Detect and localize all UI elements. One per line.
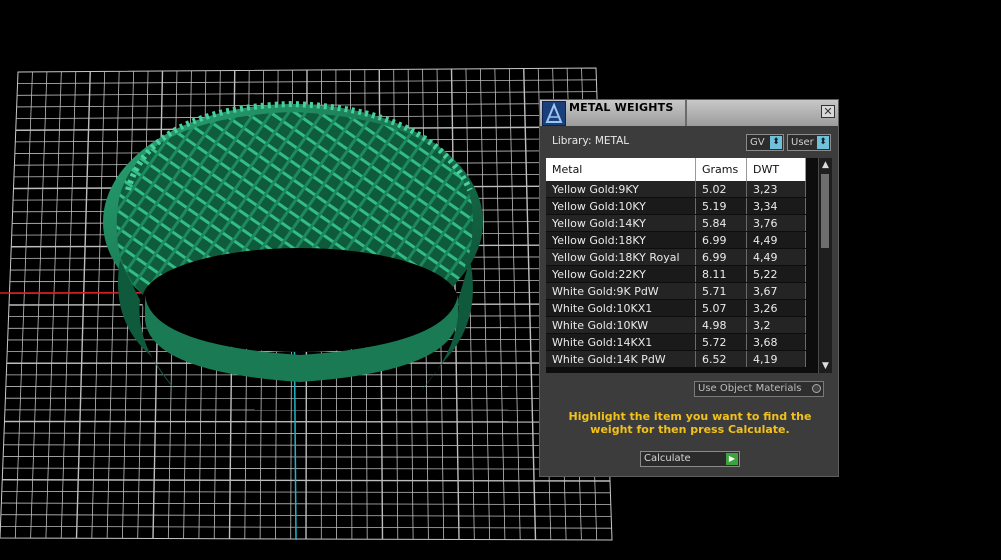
dwt-cell: 4,19 [746,350,806,368]
table-row[interactable]: Yellow Gold:18KY 6.99 4,49 [546,231,806,249]
dwt-cell: 3,67 [746,282,806,300]
metal-cell: White Gold:14K PdW [546,350,696,368]
table-row[interactable]: Yellow Gold:9KY 5.02 3,23 [546,181,806,198]
metal-cell: Yellow Gold:18KY Royal [546,248,696,266]
dwt-cell: 4,49 [746,231,806,249]
column-header-grams[interactable]: Grams [695,158,747,181]
dwt-cell: 3,23 [746,181,806,198]
grams-cell: 6.99 [695,231,747,249]
dwt-cell: 3,34 [746,197,806,215]
scroll-down-icon[interactable]: ▼ [819,359,832,373]
column-header-metal[interactable]: Metal [546,158,696,181]
grams-cell: 5.72 [695,333,747,351]
grams-cell: 6.99 [695,248,747,266]
user-dropdown-label: User [791,137,814,148]
column-header-dwt[interactable]: DWT [746,158,806,181]
calculate-label: Calculate [644,453,691,464]
dwt-cell: 4,49 [746,248,806,266]
dwt-cell: 3,76 [746,214,806,232]
table-row[interactable]: White Gold:10KX1 5.07 3,26 [546,299,806,317]
gv-dropdown-label: GV [750,137,765,148]
dwt-cell: 5,22 [746,265,806,283]
metal-cell: White Gold:10KW [546,316,696,334]
dropdown-arrow-icon: ⬍ [770,136,782,149]
metal-weights-panel: METAL WEIGHTS ✕ Library: METAL GV ⬍ User… [539,99,839,477]
dwt-cell: 3,2 [746,316,806,334]
grams-cell: 8.11 [695,265,747,283]
calculate-button[interactable]: Calculate ▶ [640,451,740,467]
metal-table: Metal Grams DWT Yellow Gold:9KY 5.02 3,23 Y… [546,158,832,373]
gv-dropdown[interactable]: GV ⬍ [746,134,784,151]
table-row[interactable]: White Gold:9K PdW 5.71 3,67 [546,282,806,300]
grams-cell: 5.19 [695,197,747,215]
table-scrollbar[interactable]: ▲ ▼ [818,158,832,373]
app-logo-icon [542,101,566,126]
metal-cell: White Gold:9K PdW [546,282,696,300]
dwt-cell: 3,68 [746,333,806,351]
3d-viewport[interactable] [0,0,1001,560]
title-divider [685,100,687,126]
table-row[interactable]: White Gold:14K PdW 6.52 4,19 [546,350,806,368]
metal-cell: Yellow Gold:10KY [546,197,696,215]
panel-titlebar[interactable]: METAL WEIGHTS ✕ [540,100,838,126]
dwt-cell: 3,26 [746,299,806,317]
panel-title: METAL WEIGHTS [569,101,674,114]
library-label: Library: METAL [552,135,630,147]
metal-cell: White Gold:14KX1 [546,333,696,351]
grams-cell: 5.71 [695,282,747,300]
radio-icon [812,384,821,393]
user-dropdown[interactable]: User ⬍ [787,134,831,151]
table-row[interactable]: White Gold:14KX1 5.72 3,68 [546,333,806,351]
grams-cell: 5.02 [695,181,747,198]
table-row[interactable]: Yellow Gold:18KY Royal 6.99 4,49 [546,248,806,266]
table-row[interactable]: Yellow Gold:14KY 5.84 3,76 [546,214,806,232]
grams-cell: 6.52 [695,350,747,368]
close-button[interactable]: ✕ [821,105,835,118]
metal-cell: Yellow Gold:18KY [546,231,696,249]
close-icon: ✕ [823,105,833,118]
metal-cell: Yellow Gold:14KY [546,214,696,232]
use-object-materials-toggle[interactable]: Use Object Materials [694,381,824,397]
grams-cell: 4.98 [695,316,747,334]
table-row[interactable]: Yellow Gold:22KY 8.11 5,22 [546,265,806,283]
dropdown-arrow-icon: ⬍ [817,136,829,149]
play-icon: ▶ [726,453,738,465]
scroll-thumb[interactable] [821,174,829,248]
grams-cell: 5.84 [695,214,747,232]
metal-cell: White Gold:10KX1 [546,299,696,317]
table-row[interactable]: Yellow Gold:10KY 5.19 3,34 [546,197,806,215]
use-object-materials-label: Use Object Materials [698,383,802,394]
table-row[interactable]: White Gold:10KW 4.98 3,2 [546,316,806,334]
instruction-text: Highlight the item you want to find the … [568,410,812,436]
grams-cell: 5.07 [695,299,747,317]
metal-cell: Yellow Gold:22KY [546,265,696,283]
scroll-up-icon[interactable]: ▲ [819,158,832,172]
metal-cell: Yellow Gold:9KY [546,181,696,198]
